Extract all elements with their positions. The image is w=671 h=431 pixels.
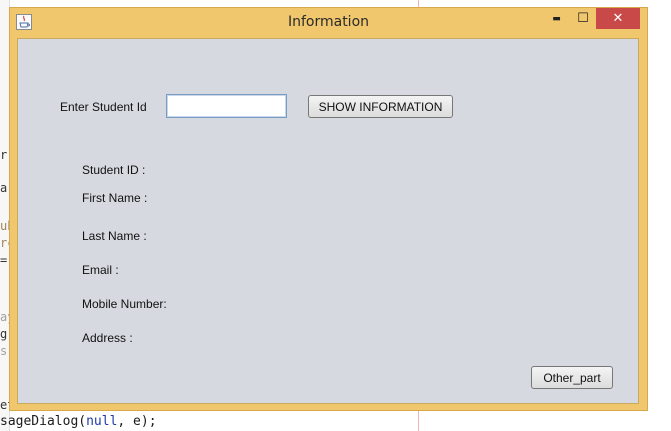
code-fragment: a <box>0 181 8 195</box>
code-fragment: s <box>0 344 8 358</box>
maximize-button[interactable]: ☐ <box>570 8 596 29</box>
maximize-icon: ☐ <box>577 11 589 26</box>
other-part-button[interactable]: Other_part <box>531 366 613 389</box>
code-fragment: r <box>0 148 8 162</box>
email-field-label: Email : <box>82 263 119 277</box>
content-panel: Enter Student Id SHOW INFORMATION Studen… <box>17 38 639 404</box>
student-id-prompt-label: Enter Student Id <box>60 100 147 114</box>
student-id-input[interactable] <box>166 94 287 118</box>
code-fragment: = <box>0 253 8 267</box>
code-fragment: g <box>0 327 8 341</box>
mobile-number-field-label: Mobile Number: <box>82 297 167 311</box>
minimize-icon: ▬ <box>552 13 561 24</box>
close-button[interactable]: ✕ <box>596 8 640 29</box>
last-name-field-label: Last Name : <box>82 229 147 243</box>
code-keyword: null <box>86 414 118 429</box>
close-icon: ✕ <box>612 11 624 26</box>
student-id-field-label: Student ID : <box>82 163 146 177</box>
information-window: Information ▬ ☐ ✕ Enter Student Id SHOW … <box>9 7 648 411</box>
first-name-field-label: First Name : <box>82 191 148 205</box>
address-field-label: Address : <box>82 331 133 345</box>
title-bar[interactable]: Information ▬ ☐ ✕ <box>10 8 647 38</box>
code-line-text: sageDialog(null, e); <box>0 414 157 429</box>
minimize-button[interactable]: ▬ <box>543 8 570 29</box>
show-information-button[interactable]: SHOW INFORMATION <box>308 95 453 118</box>
code-line: sageDialog(null, e); <box>0 414 157 429</box>
